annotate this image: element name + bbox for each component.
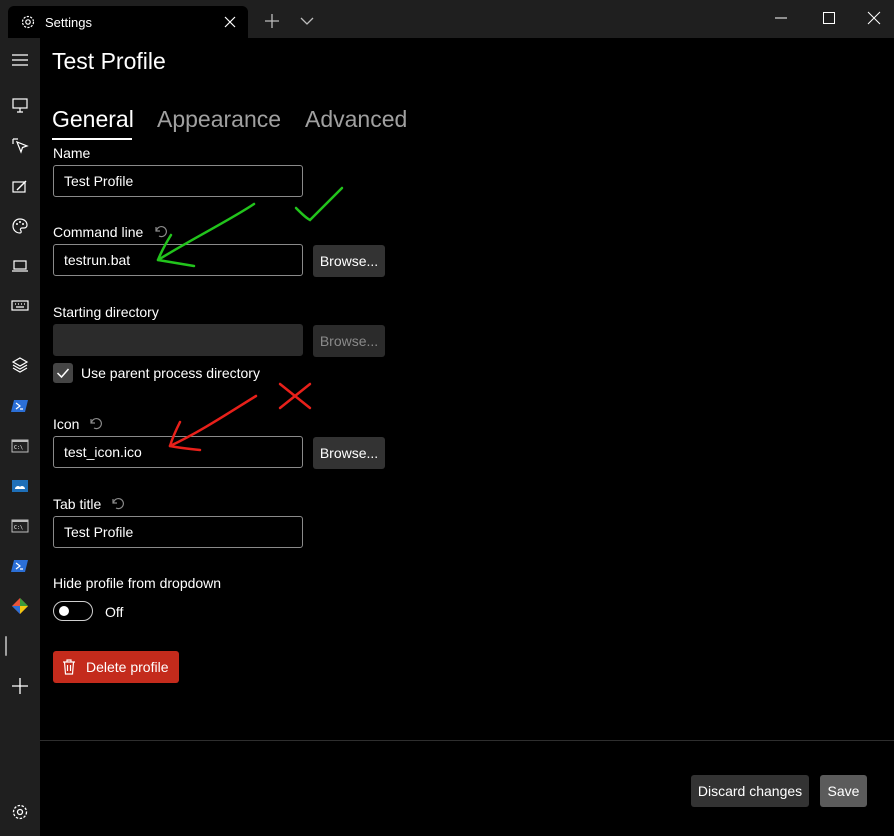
reset-icon[interactable] (88, 416, 102, 430)
svg-text:C:\: C:\ (14, 525, 23, 531)
powershell-icon[interactable] (11, 397, 29, 415)
reset-icon[interactable] (110, 496, 124, 510)
gear-icon (21, 15, 35, 29)
appearance-icon[interactable] (11, 178, 29, 196)
icon-browse-button[interactable]: Browse... (313, 437, 385, 469)
rendering-icon[interactable] (11, 257, 29, 275)
startup-icon[interactable] (11, 96, 29, 114)
trash-icon (63, 659, 75, 675)
azure-cloud-shell-icon[interactable] (11, 477, 29, 495)
settings-tab[interactable]: Settings (8, 6, 248, 38)
starting-directory-input[interactable] (53, 324, 303, 356)
tab-advanced[interactable]: Advanced (305, 106, 407, 133)
tab-title-input[interactable]: Test Profile (53, 516, 303, 548)
icon-input[interactable]: test_icon.ico (53, 436, 303, 468)
use-parent-directory-checkbox[interactable] (53, 363, 73, 383)
page-title: Test Profile (52, 48, 166, 74)
use-parent-directory-label: Use parent process directory (81, 365, 260, 381)
layers-icon[interactable] (11, 356, 29, 374)
starting-directory-label: Starting directory (53, 304, 159, 320)
git-bash-icon[interactable] (11, 597, 29, 615)
command-line-label: Command line (53, 224, 144, 240)
command-prompt-icon-2[interactable]: C:\ (11, 517, 29, 535)
reset-icon[interactable] (153, 224, 167, 238)
hide-profile-toggle[interactable] (53, 601, 93, 621)
checkmark-icon (56, 368, 70, 379)
keyboard-icon[interactable] (11, 296, 29, 314)
title-bar: Settings (0, 0, 894, 38)
minimize-icon[interactable] (774, 11, 788, 25)
hide-profile-state: Off (105, 604, 124, 620)
delete-profile-button[interactable]: Delete profile (53, 651, 179, 683)
color-palette-icon[interactable] (11, 217, 29, 235)
name-label: Name (53, 145, 91, 161)
powershell-icon-2[interactable] (11, 557, 29, 575)
tab-general[interactable]: General (52, 106, 134, 133)
discard-changes-button[interactable]: Discard changes (691, 775, 809, 807)
command-line-browse-button[interactable]: Browse... (313, 245, 385, 277)
tab-title: Settings (45, 15, 92, 30)
command-line-input[interactable]: testrun.bat (53, 244, 303, 276)
chevron-down-icon[interactable] (300, 14, 314, 28)
tab-appearance[interactable]: Appearance (157, 106, 281, 133)
maximize-icon[interactable] (822, 11, 836, 25)
footer-divider (40, 740, 894, 741)
toggle-knob (59, 606, 69, 616)
tab-selected-underline (52, 138, 132, 140)
icon-label: Icon (53, 416, 80, 432)
command-prompt-icon[interactable]: C:\ (11, 437, 29, 455)
delete-profile-label: Delete profile (86, 659, 169, 675)
starting-directory-browse-button[interactable]: Browse... (313, 325, 385, 357)
plus-icon[interactable] (264, 13, 280, 29)
svg-text:C:\: C:\ (14, 445, 23, 451)
name-input[interactable]: Test Profile (53, 165, 303, 197)
hamburger-menu-icon[interactable] (11, 51, 29, 69)
hide-profile-label: Hide profile from dropdown (53, 575, 222, 591)
tab-title-label: Tab title (53, 496, 102, 512)
sidebar: C:\ C:\ (0, 38, 40, 836)
window-close-icon[interactable] (867, 11, 881, 25)
add-profile-icon[interactable] (11, 677, 29, 695)
interaction-icon[interactable] (11, 136, 29, 154)
save-button[interactable]: Save (820, 775, 867, 807)
close-icon[interactable] (222, 14, 238, 30)
settings-gear-icon[interactable] (11, 803, 29, 821)
selection-indicator (5, 636, 7, 656)
